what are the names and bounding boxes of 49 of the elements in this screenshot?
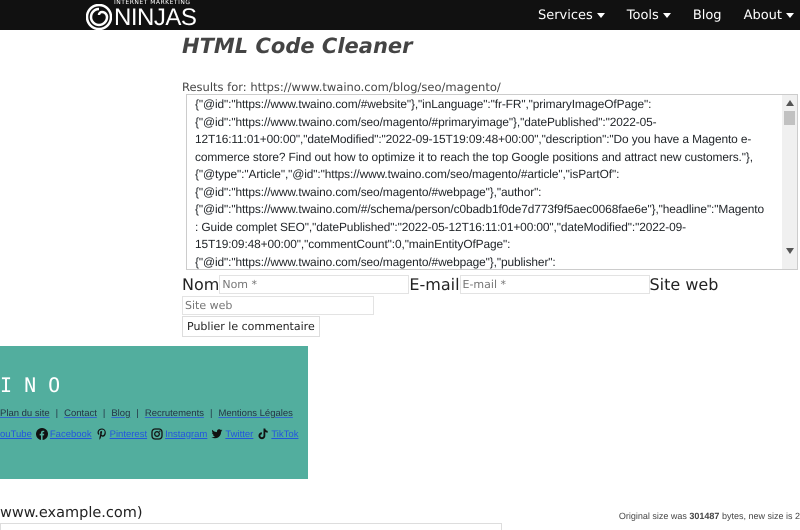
page-title: HTML Code Cleaner [182, 34, 414, 60]
code-line: 15T19:09:48+00:00","commentCount":0,"mainEntityOfPage": [195, 236, 512, 253]
results-label: Results for: https://www.twaino.com/blog/seo/magento/ [182, 80, 502, 94]
code-line: 12T16:11:01+00:00","dateModified":"2022-09-15T19:09:48+00:00","description":"Do you have a Magento e- [195, 131, 752, 148]
name-label: Nom [182, 274, 220, 294]
email-label: E-mail [409, 274, 460, 294]
caret-icon [596, 12, 605, 18]
link-separator: | [136, 408, 139, 419]
scrollbar-thumb[interactable] [784, 111, 795, 125]
scroll-down-icon[interactable] [786, 248, 794, 254]
size-info: Original size was 301487 bytes, new size is 2 [618, 511, 800, 521]
pinterest-icon [96, 428, 108, 440]
note-icon [257, 428, 270, 440]
instagram-icon [151, 428, 164, 440]
caret-icon [662, 12, 671, 18]
scroll-up-icon[interactable] [786, 100, 794, 106]
bird-icon [211, 428, 224, 440]
footer-link[interactable]: Recrutements [144, 408, 204, 419]
code-line: : Guide complet SEO","datePublished":"2022-05-12T16:11:01+00:00","dateModified":"2022-09- [195, 218, 688, 236]
facebook-icon [36, 428, 48, 440]
code-output-textarea[interactable] [186, 94, 798, 270]
link-separator: | [210, 408, 212, 419]
code-line: {"@id":"https://www.twaino.com/seo/magento/#webpage"},"author": [195, 184, 542, 200]
nav-link[interactable]: Blog [692, 8, 722, 22]
email-field[interactable]: E-mail * [460, 274, 650, 294]
caret-icon [786, 12, 794, 18]
footer-link[interactable]: Contact [64, 408, 97, 419]
nav-link[interactable]: Services [538, 8, 605, 22]
code-line: {"@id":"https://www.twaino.com/seo/magento/#webpage"},"publisher": [195, 254, 557, 269]
footer-link[interactable]: Plan du site [0, 408, 50, 419]
website-field[interactable]: Site web [182, 296, 374, 315]
nav-link[interactable]: Tools [626, 8, 671, 22]
code-line: {"@id":"https://www.twaino.com/#website"},"inLanguage":"fr-FR","primaryImageOfPage": [195, 96, 652, 113]
footer-link[interactable]: Mentions Légales [218, 408, 293, 419]
logo-wordmark: NINJAS [114, 6, 196, 30]
code-line: {"@id":"https://www.twaino.com/#/schema/person/c0badb1f0de7d773f9f5aec0068fae6e"},"headline":"Magento [195, 201, 765, 218]
swirl-logo-icon [86, 4, 112, 30]
website-label: Site web [650, 274, 718, 294]
link-separator: | [102, 408, 106, 419]
code-line: {"@type":"Article","@id":"https://www.twaino.com/seo/magento/#article","isPartOf": [195, 166, 620, 183]
code-line: {"@id":"https://www.twaino.com/seo/magento/#primaryimage"},"datePublished":"2022-05- [195, 114, 658, 130]
nav-link[interactable]: About [744, 8, 794, 22]
code-line: commerce store? Find out how to optimize it to reach the top Google positions and attract new customers."}, [195, 148, 754, 166]
link-separator: | [56, 408, 58, 419]
submit-comment-button[interactable]: Publier le commentaire [182, 316, 320, 337]
footer-link[interactable]: Blog [111, 408, 130, 419]
name-field[interactable]: Nom * [219, 274, 410, 294]
url-hint: www.example.com) [0, 505, 143, 521]
footer-brand: I N O [0, 373, 62, 399]
